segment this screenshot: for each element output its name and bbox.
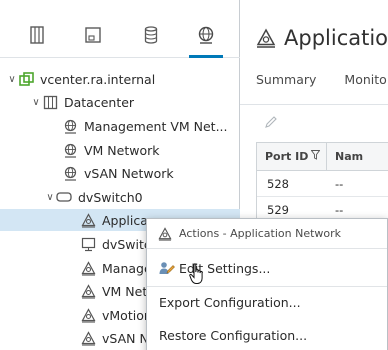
filter-icon[interactable]	[310, 150, 321, 163]
tree-item-label: vSAN Network	[84, 165, 174, 181]
datacenter-icon	[42, 94, 58, 110]
portgroup-icon	[80, 307, 96, 323]
tree-item-dvswitch0[interactable]: ∨ dvSwitch0	[44, 186, 240, 208]
table-header: Port ID Nam	[257, 143, 388, 171]
navigator-tabs	[0, 0, 240, 58]
tree-item-label: VM Net	[102, 283, 148, 299]
ports-table: Port ID Nam 528 -- 529 --	[256, 142, 388, 224]
tree-item-label: Manage	[102, 260, 152, 276]
export-configuration-menu-item[interactable]: Export Configuration...	[147, 287, 387, 317]
portgroup-icon	[80, 260, 96, 276]
tree-item-label: dvSwitch0	[78, 189, 143, 205]
tree-item-label: dvSwitc	[102, 236, 151, 252]
edit-settings-menu-item[interactable]: Edit Settings...	[147, 253, 387, 283]
menu-item-label: Export Configuration...	[159, 294, 301, 310]
tree-item-label: vcenter.ra.internal	[40, 71, 156, 87]
network-icon	[62, 165, 78, 181]
portgroup-icon	[80, 330, 96, 346]
tree-item-label: vMotion	[102, 307, 152, 323]
hand-pointer-cursor-icon	[189, 263, 205, 285]
table-cell: --	[335, 176, 344, 191]
actions-context-menu: Actions - Application Network Edit Setti…	[146, 218, 388, 350]
networking-icon[interactable]	[189, 24, 223, 58]
tab-summary[interactable]: Summary	[256, 72, 316, 87]
tree-item-vcenter[interactable]: ∨ vcenter.ra.internal	[6, 68, 240, 90]
column-label: Port ID	[265, 150, 309, 163]
table-cell: 529	[267, 202, 289, 217]
tree-item-datacenter[interactable]: ∨ Datacenter	[30, 91, 240, 113]
column-header-port-id[interactable]: Port ID	[257, 143, 327, 170]
chevron-down-icon[interactable]: ∨	[6, 74, 18, 85]
vcenter-icon	[18, 71, 34, 87]
table-cell: 528	[267, 176, 289, 191]
page-title: Applicatio	[256, 26, 388, 50]
tree-item-label: Management VM Net...	[84, 118, 228, 134]
table-cell: --	[335, 202, 344, 217]
vms-templates-icon[interactable]	[82, 24, 104, 46]
tab-monitor[interactable]: Monito	[344, 72, 386, 87]
menu-item-label: Restore Configuration...	[159, 327, 308, 343]
network-icon	[62, 142, 78, 158]
page-title-text: Applicatio	[284, 26, 388, 50]
portgroup-icon	[80, 283, 96, 299]
edit-settings-icon	[159, 260, 175, 276]
portgroup-icon	[80, 212, 96, 228]
restore-configuration-menu-item[interactable]: Restore Configuration...	[147, 320, 387, 350]
menu-header-label: Actions - Application Network	[179, 227, 342, 240]
hosts-clusters-icon[interactable]	[26, 24, 48, 46]
divider	[240, 104, 388, 105]
tree-item-label: VM Network	[84, 142, 160, 158]
portgroup-icon	[256, 28, 276, 48]
tree-item-vm-network[interactable]: VM Network	[62, 139, 240, 161]
dvswitch-icon	[56, 189, 72, 205]
portgroup-icon	[157, 226, 173, 242]
uplink-icon	[80, 236, 96, 252]
tree-item-vsan-network[interactable]: vSAN Network	[62, 162, 240, 184]
tree-item-label: vSAN N	[102, 330, 149, 346]
content-tabs: Summary Monito	[256, 72, 388, 87]
tree-item-label: Datacenter	[64, 94, 135, 110]
network-icon	[62, 118, 78, 134]
menu-header: Actions - Application Network	[147, 219, 387, 249]
chevron-down-icon[interactable]: ∨	[30, 97, 42, 108]
column-header-name[interactable]: Nam	[327, 150, 363, 163]
table-row[interactable]: 528 --	[257, 171, 388, 197]
tree-item-label: Applica	[102, 212, 148, 228]
tree-item-management-vm-network[interactable]: Management VM Net...	[62, 115, 240, 137]
storage-icon[interactable]	[140, 24, 162, 46]
edit-pencil-icon[interactable]	[264, 114, 278, 128]
chevron-down-icon[interactable]: ∨	[44, 192, 56, 203]
